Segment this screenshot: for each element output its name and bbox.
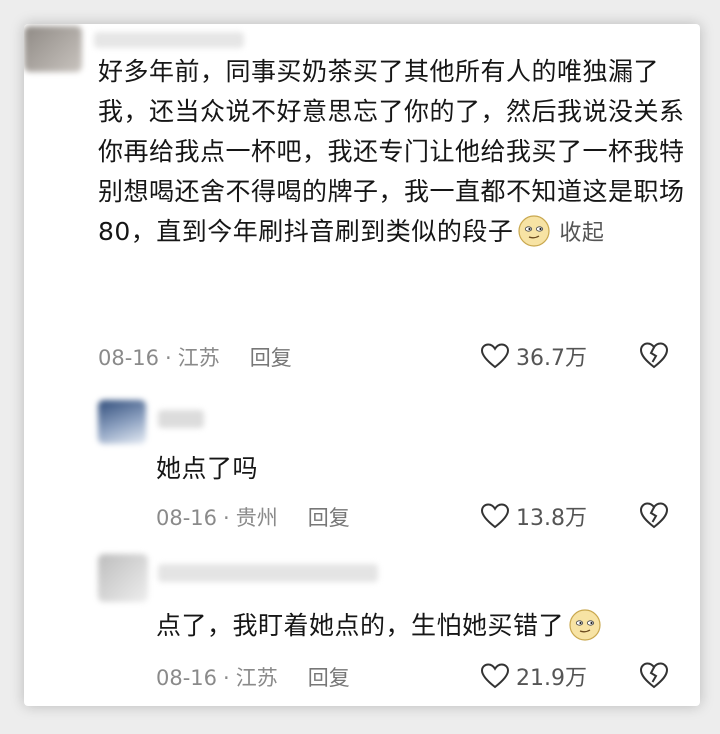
meta-separator: · xyxy=(165,346,172,370)
reply2-username-blurred[interactable] xyxy=(158,564,378,582)
reply1-username-blurred[interactable] xyxy=(158,410,204,428)
sly-smile-emoji-icon xyxy=(569,609,601,641)
broken-heart-icon[interactable] xyxy=(638,500,670,530)
broken-heart-icon[interactable] xyxy=(638,340,670,370)
main-comment-text: 好多年前，同事买奶茶买了其他所有人的唯独漏了我，还当众说不好意思忘了你的了，然后… xyxy=(98,52,688,254)
main-reply-button[interactable]: 回复 xyxy=(250,346,292,370)
reply1-location: 贵州 xyxy=(235,506,278,530)
reply2-date: 08-16 xyxy=(156,666,218,690)
reply1-like-count: 13.8万 xyxy=(516,506,587,531)
meta-separator: · xyxy=(223,506,230,530)
reply2-meta: 08-16 · 江苏 回复 xyxy=(156,662,350,692)
reply1-meta: 08-16 · 贵州 回复 xyxy=(156,502,350,532)
reply1-like-button[interactable]: 13.8万 xyxy=(480,500,587,532)
reply2-like-button[interactable]: 21.9万 xyxy=(480,660,587,692)
main-username-blurred[interactable] xyxy=(94,32,244,48)
main-comment-meta: 08-16 · 江苏 回复 xyxy=(98,342,292,372)
reply2-avatar-blurred[interactable] xyxy=(98,554,148,602)
reply1-avatar-blurred[interactable] xyxy=(98,400,146,444)
main-like-button[interactable]: 36.7万 xyxy=(480,340,587,372)
reply2-like-count: 21.9万 xyxy=(516,666,587,691)
collapse-link[interactable]: 收起 xyxy=(559,221,604,246)
heart-outline-icon xyxy=(480,663,510,689)
reply1-date: 08-16 xyxy=(156,506,218,530)
sly-smile-emoji-icon xyxy=(518,215,550,247)
comment-card: 好多年前，同事买奶茶买了其他所有人的唯独漏了我，还当众说不好意思忘了你的了，然后… xyxy=(24,24,700,706)
main-avatar-blurred[interactable] xyxy=(24,26,82,72)
reply2-text: 点了，我盯着她点的，生怕她买错了 xyxy=(156,606,602,646)
main-comment-body: 好多年前，同事买奶茶买了其他所有人的唯独漏了我，还当众说不好意思忘了你的了，然后… xyxy=(98,57,685,246)
heart-outline-icon xyxy=(480,343,510,369)
main-comment-location: 江苏 xyxy=(177,346,220,370)
main-like-count: 36.7万 xyxy=(516,346,587,371)
meta-separator: · xyxy=(223,666,230,690)
reply2-reply-button[interactable]: 回复 xyxy=(308,666,350,690)
heart-outline-icon xyxy=(480,503,510,529)
broken-heart-icon[interactable] xyxy=(638,660,670,690)
reply2-location: 江苏 xyxy=(235,666,278,690)
reply1-reply-button[interactable]: 回复 xyxy=(308,506,350,530)
reply1-text: 她点了吗 xyxy=(156,454,259,483)
main-comment-date: 08-16 xyxy=(98,346,160,370)
reply2-text-body: 点了，我盯着她点的，生怕她买错了 xyxy=(156,611,565,640)
